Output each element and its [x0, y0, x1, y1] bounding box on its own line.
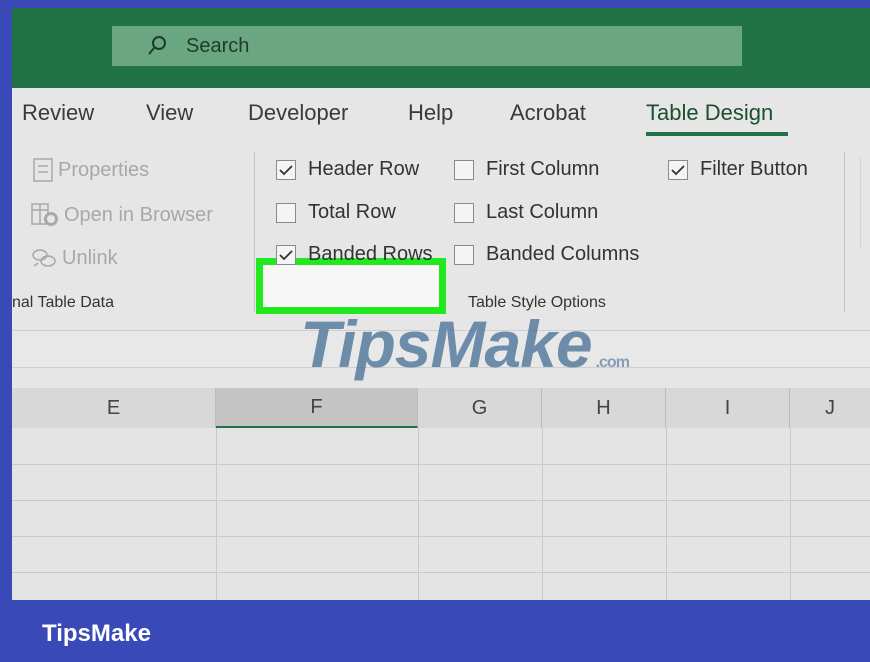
search-box[interactable]: Search	[112, 26, 742, 66]
properties-icon	[33, 158, 53, 182]
tab-acrobat[interactable]: Acrobat	[510, 100, 586, 126]
open-in-browser-icon	[31, 203, 58, 226]
checkmark-icon	[279, 164, 293, 175]
title-bar: Search	[12, 8, 870, 88]
active-tab-indicator	[646, 132, 788, 136]
search-icon	[148, 36, 166, 55]
watermark-text: TipsMake	[300, 307, 593, 381]
column-gridline	[542, 428, 543, 600]
column-header-j[interactable]: J	[790, 388, 870, 428]
group-separator	[844, 152, 845, 312]
tab-review[interactable]: Review	[22, 100, 94, 126]
banded-rows-checkbox[interactable]	[276, 244, 296, 265]
tab-view[interactable]: View	[146, 100, 193, 126]
group-separator	[254, 152, 255, 312]
filter-button-checkbox[interactable]	[668, 159, 688, 180]
checkmark-icon	[671, 164, 685, 175]
footer-brand: TipsMake	[42, 620, 151, 647]
banded-rows-label: Banded Rows	[308, 243, 433, 265]
properties-label: Properties	[58, 158, 150, 181]
row-gridline	[12, 572, 870, 573]
row-gridline	[12, 464, 870, 465]
properties-button[interactable]: Properties	[32, 158, 149, 182]
ribbon-panel: Properties Open in Browser Unlink nal Ta…	[12, 138, 870, 318]
total-row-label: Total Row	[308, 201, 396, 223]
last-column-option[interactable]: Last Column	[454, 201, 598, 224]
banded-rows-option[interactable]: Banded Rows	[276, 243, 433, 266]
filter-button-option[interactable]: Filter Button	[668, 158, 808, 181]
header-row-option[interactable]: Header Row	[276, 158, 419, 181]
row-gridline	[12, 500, 870, 501]
unlink-icon	[32, 249, 56, 267]
column-gridline	[418, 428, 419, 600]
unlink-label: Unlink	[62, 246, 118, 269]
column-header-e[interactable]: E	[12, 388, 216, 428]
tab-help[interactable]: Help	[408, 100, 453, 126]
last-column-checkbox[interactable]	[454, 202, 474, 223]
column-header-f[interactable]: F	[216, 388, 418, 428]
banded-columns-checkbox[interactable]	[454, 244, 474, 265]
ribbon-tabs: Review View Developer Help Acrobat Table…	[12, 88, 870, 138]
tab-developer[interactable]: Developer	[248, 100, 348, 126]
excel-window: Search Review View Developer Help Acroba…	[12, 8, 870, 600]
open-in-browser-button[interactable]: Open in Browser	[30, 202, 213, 228]
banded-columns-label: Banded Columns	[486, 243, 640, 265]
column-header-h[interactable]: H	[542, 388, 666, 428]
tab-table-design[interactable]: Table Design	[646, 100, 773, 126]
search-placeholder: Search	[186, 34, 250, 57]
column-gridline	[216, 428, 217, 600]
first-column-label: First Column	[486, 158, 600, 180]
row-gridline	[12, 536, 870, 537]
watermark-suffix: .com	[595, 354, 630, 371]
first-column-option[interactable]: First Column	[454, 158, 599, 181]
unlink-button[interactable]: Unlink	[30, 246, 118, 270]
total-row-checkbox[interactable]	[276, 202, 296, 223]
external-table-data-group-label: nal Table Data	[12, 294, 114, 311]
group-separator	[860, 158, 861, 248]
first-column-checkbox[interactable]	[454, 159, 474, 180]
header-row-checkbox[interactable]	[276, 159, 296, 180]
header-row-label: Header Row	[308, 158, 420, 180]
column-header-g[interactable]: G	[418, 388, 542, 428]
column-header-i[interactable]: I	[666, 388, 790, 428]
watermark: TipsMake .com	[300, 306, 630, 382]
open-in-browser-label: Open in Browser	[64, 203, 213, 226]
column-gridline	[790, 428, 791, 600]
checkmark-icon	[279, 249, 293, 260]
cell-grid[interactable]	[12, 428, 870, 600]
last-column-label: Last Column	[486, 201, 599, 223]
column-gridline	[666, 428, 667, 600]
total-row-option[interactable]: Total Row	[276, 201, 396, 224]
filter-button-label: Filter Button	[700, 158, 808, 180]
banded-columns-option[interactable]: Banded Columns	[454, 243, 639, 266]
